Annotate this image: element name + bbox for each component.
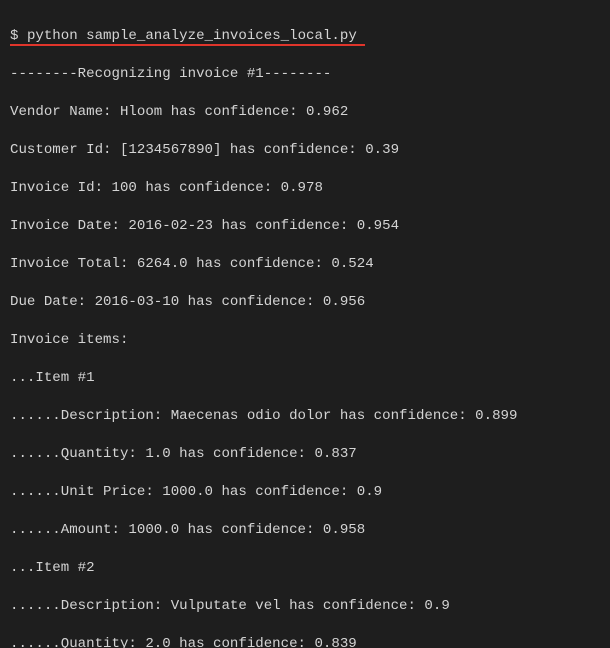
output-field: Due Date: 2016-03-10 has confidence: 0.9… bbox=[10, 293, 600, 312]
output-header: --------Recognizing invoice #1-------- bbox=[10, 65, 600, 84]
output-field: Invoice Id: 100 has confidence: 0.978 bbox=[10, 179, 600, 198]
item-line: ......Quantity: 2.0 has confidence: 0.83… bbox=[10, 635, 600, 648]
prompt-symbol: $ bbox=[10, 28, 18, 44]
items-label: Invoice items: bbox=[10, 331, 600, 350]
item-line: ......Description: Maecenas odio dolor h… bbox=[10, 407, 600, 426]
item-line: ......Unit Price: 1000.0 has confidence:… bbox=[10, 483, 600, 502]
output-field: Invoice Date: 2016-02-23 has confidence:… bbox=[10, 217, 600, 236]
item-title: ...Item #1 bbox=[10, 369, 600, 388]
output-field: Customer Id: [1234567890] has confidence… bbox=[10, 141, 600, 160]
item-title: ...Item #2 bbox=[10, 559, 600, 578]
item-line: ......Amount: 1000.0 has confidence: 0.9… bbox=[10, 521, 600, 540]
item-line: ......Quantity: 1.0 has confidence: 0.83… bbox=[10, 445, 600, 464]
terminal-output: $ python sample_analyze_invoices_local.p… bbox=[0, 0, 610, 648]
item-line: ......Description: Vulputate vel has con… bbox=[10, 597, 600, 616]
output-field: Vendor Name: Hloom has confidence: 0.962 bbox=[10, 103, 600, 122]
command-text: python sample_analyze_invoices_local.py bbox=[27, 28, 357, 44]
output-field: Invoice Total: 6264.0 has confidence: 0.… bbox=[10, 255, 600, 274]
command-line: $ python sample_analyze_invoices_local.p… bbox=[10, 27, 600, 46]
